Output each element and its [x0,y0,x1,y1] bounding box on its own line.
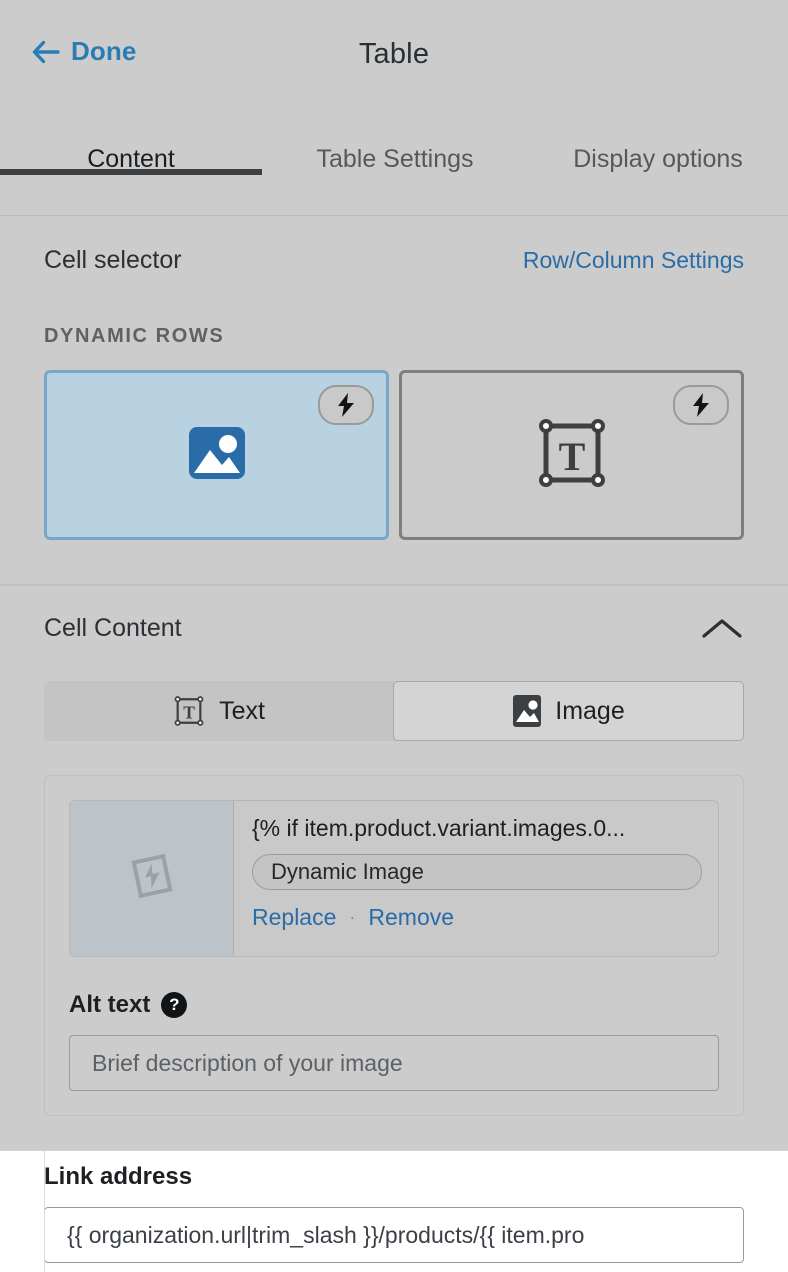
image-icon [185,421,249,490]
lightning-bolt-icon [337,393,355,417]
cell-content-title: Cell Content [44,614,182,642]
tab-table-settings[interactable]: Table Settings [262,112,528,174]
svg-text:T: T [183,702,195,722]
cell-selector-section: Cell selector Row/Column Settings DYNAMI… [0,216,788,586]
image-asset-name: {% if item.product.variant.images.0... [252,815,626,841]
content-type-segmented-control: T Text Image [44,681,744,741]
cell-list: T [44,370,744,540]
alt-text-label: Alt text [69,991,151,1018]
cell-content-section: Cell Content T Text Image {% if item.pro… [0,586,788,1116]
remove-image-link[interactable]: Remove [368,904,454,931]
replace-image-link[interactable]: Replace [252,904,336,931]
segment-text-label: Text [219,696,265,725]
text-box-icon: T [172,694,206,728]
tab-content[interactable]: Content [0,112,262,175]
dynamic-image-placeholder-icon [123,847,181,910]
link-address-sheet: Link address {{ organization.url|trim_sl… [0,1150,788,1272]
page-title: Table [358,38,430,70]
image-icon [512,694,542,728]
link-address-label: Link address [44,1163,193,1190]
image-thumbnail[interactable] [70,801,234,956]
text-box-icon: T [533,414,611,497]
cell-option-image[interactable] [44,370,389,540]
image-asset-actions: Replace · Remove [252,904,702,931]
cell-option-text[interactable]: T [399,370,744,540]
image-asset-row: {% if item.product.variant.images.0... D… [69,800,719,957]
dynamic-rows-label: DYNAMIC ROWS [44,325,225,347]
action-separator: · [349,907,356,927]
question-mark-icon[interactable]: ? [161,992,188,1018]
cell-selector-header: Cell selector Row/Column Settings [44,216,744,275]
panel-header: Done Table [0,0,788,112]
dynamic-badge[interactable] [673,385,729,425]
dynamic-image-badge: Dynamic Image [252,854,702,890]
segment-image-label: Image [555,696,625,725]
svg-text:T: T [558,434,585,479]
link-address-input[interactable]: {{ organization.url|trim_slash }}/produc… [44,1207,744,1263]
alt-text-label-row: Alt text ? [69,991,719,1019]
chevron-up-icon[interactable] [700,615,744,643]
sheet-left-divider [44,1151,45,1272]
cell-content-header[interactable]: Cell Content [44,586,744,643]
tab-bar: Content Table Settings Display options [0,112,788,216]
lightning-bolt-icon [692,393,710,417]
dynamic-badge[interactable] [318,385,374,425]
image-settings-card: {% if item.product.variant.images.0... D… [44,775,744,1116]
row-column-settings-link[interactable]: Row/Column Settings [523,247,744,274]
image-asset-info: {% if item.product.variant.images.0... D… [234,801,718,956]
alt-text-input[interactable]: Brief description of your image [69,1035,719,1091]
segment-image[interactable]: Image [393,681,744,741]
cell-selector-title: Cell selector [44,246,182,274]
tab-display-options[interactable]: Display options [528,112,788,174]
segment-text[interactable]: T Text [44,681,393,741]
table-settings-panel: Done Table Content Table Settings Displa… [0,0,788,1272]
